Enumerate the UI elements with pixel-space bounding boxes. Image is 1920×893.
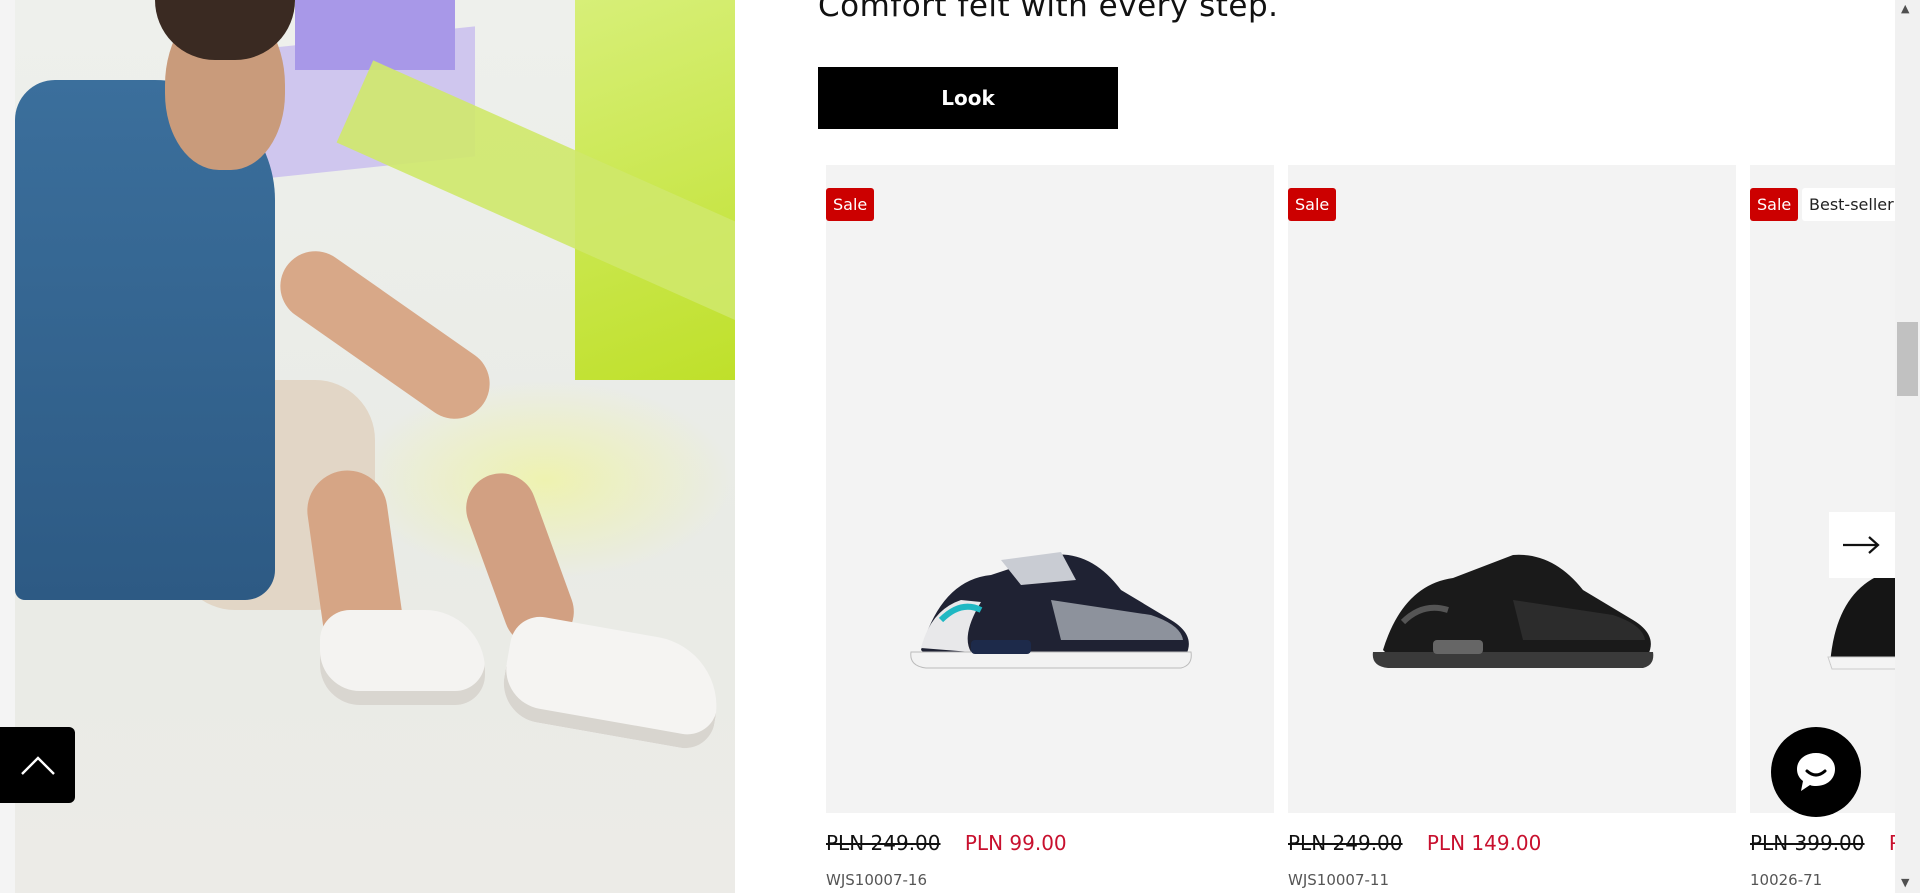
chevron-up-icon (20, 756, 55, 775)
price-row: PLN 399.00 PL (1750, 831, 1896, 861)
page-scrollbar[interactable] (1895, 0, 1920, 893)
black-sneaker-icon (1372, 554, 1654, 668)
product-sku: 10026-71 (1750, 871, 1823, 889)
product-carousel: Sale PLN 249.00 PLN 99.00 WJS10007-16 Sa… (826, 165, 1896, 893)
sale-badge: Sale (826, 188, 875, 221)
white-navy-teal-sneaker-icon (910, 552, 1192, 669)
product-image[interactable]: Sale (1288, 165, 1736, 813)
scroll-down-arrow-icon[interactable]: ▼ (1901, 876, 1909, 889)
original-price: PLN 249.00 (826, 831, 941, 855)
product-sku: WJS10007-11 (1288, 871, 1389, 889)
product-sku: WJS10007-16 (826, 871, 927, 889)
chat-button[interactable] (1771, 727, 1861, 817)
back-to-top-button[interactable] (0, 727, 75, 803)
arrow-right-icon (1843, 536, 1880, 554)
sale-badge: Sale (1288, 188, 1337, 221)
sale-badge: Sale (1750, 188, 1799, 221)
product-image[interactable]: Sale Best-seller (1750, 165, 1896, 813)
backdrop-purple (295, 0, 455, 70)
hero-lifestyle-image (15, 0, 735, 893)
product-image[interactable]: Sale (826, 165, 1274, 813)
model-white-sneaker (497, 612, 728, 753)
price-row: PLN 249.00 PLN 99.00 (826, 831, 1274, 861)
scroll-up-arrow-icon[interactable]: ▲ (1901, 2, 1909, 15)
original-price: PLN 399.00 (1750, 831, 1865, 855)
best-seller-badge: Best-seller (1802, 188, 1896, 221)
product-card[interactable]: Sale PLN 249.00 PLN 149.00 WJS10007-11 (1288, 165, 1736, 889)
sale-price: PLN 149.00 (1426, 831, 1542, 855)
scrollbar-thumb[interactable] (1897, 322, 1918, 396)
black-sneaker-partial-icon (1827, 575, 1896, 670)
price-row: PLN 249.00 PLN 149.00 (1288, 831, 1736, 861)
original-price: PLN 249.00 (1288, 831, 1403, 855)
model-white-sneaker (320, 610, 485, 705)
chat-bubble-icon (1797, 753, 1835, 791)
promo-tagline: Comfort felt with every step. (818, 0, 1279, 24)
sale-price: PLN 99.00 (964, 831, 1067, 855)
carousel-next-button[interactable] (1829, 512, 1895, 578)
product-card[interactable]: Sale PLN 249.00 PLN 99.00 WJS10007-16 (826, 165, 1274, 889)
look-button[interactable]: Look (818, 67, 1118, 129)
